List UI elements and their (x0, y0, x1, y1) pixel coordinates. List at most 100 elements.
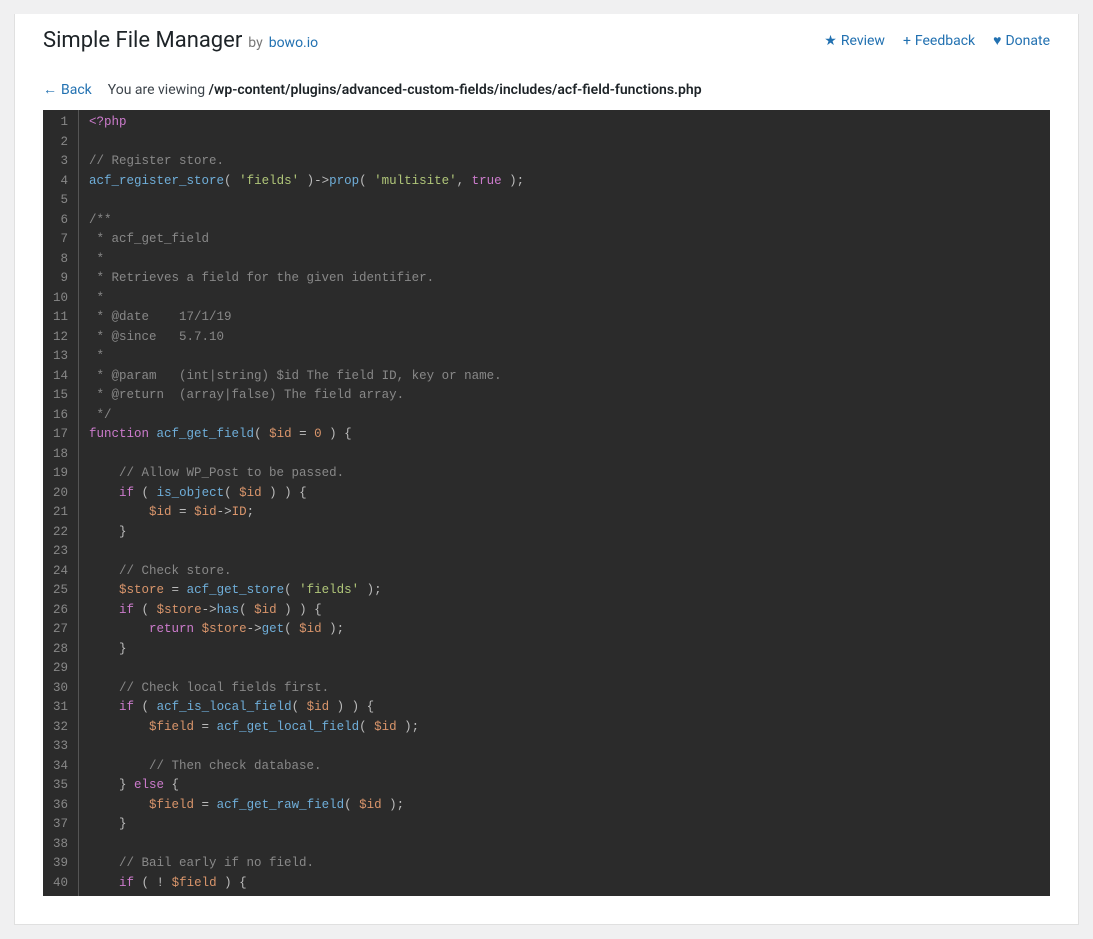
line-number: 9 (51, 269, 70, 289)
line-number: 23 (51, 542, 70, 562)
line-number: 5 (51, 191, 70, 211)
page-container: Simple File Manager by bowo.io ★ Review … (14, 14, 1079, 925)
author-link[interactable]: bowo.io (269, 35, 318, 51)
line-number: 33 (51, 737, 70, 757)
code-line: } (89, 523, 1040, 543)
code-line: * Retrieves a field for the given identi… (89, 269, 1040, 289)
line-number: 29 (51, 659, 70, 679)
donate-label: Donate (1005, 33, 1050, 49)
line-number: 6 (51, 211, 70, 231)
line-number: 20 (51, 484, 70, 504)
star-icon: ★ (824, 33, 837, 49)
code-line: if ( $store->has( $id ) ) { (89, 601, 1040, 621)
code-line: */ (89, 406, 1040, 426)
code-line: // Check store. (89, 562, 1040, 582)
code-line (89, 737, 1040, 757)
code-line: // Then check database. (89, 757, 1040, 777)
code-line: /** (89, 211, 1040, 231)
line-number: 21 (51, 503, 70, 523)
header-left: Simple File Manager by bowo.io (43, 28, 318, 53)
line-number: 24 (51, 562, 70, 582)
line-number: 8 (51, 250, 70, 270)
line-number: 4 (51, 172, 70, 192)
code-viewer[interactable]: 1234567891011121314151617181920212223242… (43, 110, 1050, 896)
code-line (89, 835, 1040, 855)
code-line: $field = acf_get_raw_field( $id ); (89, 796, 1040, 816)
line-number: 12 (51, 328, 70, 348)
code-line: if ( acf_is_local_field( $id ) ) { (89, 698, 1040, 718)
code-line: function acf_get_field( $id = 0 ) { (89, 425, 1040, 445)
code-line: * (89, 347, 1040, 367)
line-number: 34 (51, 757, 70, 777)
line-number: 27 (51, 620, 70, 640)
feedback-link[interactable]: + Feedback (903, 33, 975, 49)
line-number: 3 (51, 152, 70, 172)
line-number: 7 (51, 230, 70, 250)
line-number: 17 (51, 425, 70, 445)
plus-icon: + (903, 33, 911, 49)
line-number: 36 (51, 796, 70, 816)
line-number: 2 (51, 133, 70, 153)
code-line: $id = $id->ID; (89, 503, 1040, 523)
code-line: * (89, 289, 1040, 309)
code-line: if ( is_object( $id ) ) { (89, 484, 1040, 504)
code-line (89, 659, 1040, 679)
code-line: $store = acf_get_store( 'fields' ); (89, 581, 1040, 601)
viewing-text: You are viewing /wp-content/plugins/adva… (108, 82, 702, 98)
line-number: 15 (51, 386, 70, 406)
line-number: 39 (51, 854, 70, 874)
code-line: acf_register_store( 'fields' )->prop( 'm… (89, 172, 1040, 192)
line-number: 19 (51, 464, 70, 484)
line-number: 37 (51, 815, 70, 835)
code-line: * (89, 250, 1040, 270)
line-number: 28 (51, 640, 70, 660)
feedback-label: Feedback (915, 33, 975, 49)
code-line (89, 191, 1040, 211)
line-number: 1 (51, 113, 70, 133)
line-number: 26 (51, 601, 70, 621)
code-line: } (89, 815, 1040, 835)
code-line (89, 542, 1040, 562)
code-line: * @return (array|false) The field array. (89, 386, 1040, 406)
line-number: 14 (51, 367, 70, 387)
viewing-label: You are viewing (108, 82, 205, 98)
line-number: 25 (51, 581, 70, 601)
review-link[interactable]: ★ Review (824, 33, 885, 49)
code-line: <?php (89, 113, 1040, 133)
code-line: return $store->get( $id ); (89, 620, 1040, 640)
review-label: Review (841, 33, 885, 49)
code-line (89, 133, 1040, 153)
line-number-gutter: 1234567891011121314151617181920212223242… (43, 110, 79, 896)
line-number: 38 (51, 835, 70, 855)
back-button[interactable]: ← Back (43, 81, 92, 98)
line-number: 35 (51, 776, 70, 796)
code-line: * @param (int|string) $id The field ID, … (89, 367, 1040, 387)
plugin-title: Simple File Manager (43, 28, 242, 53)
line-number: 16 (51, 406, 70, 426)
code-line: } else { (89, 776, 1040, 796)
code-line (89, 445, 1040, 465)
by-label: by (248, 35, 262, 51)
line-number: 40 (51, 874, 70, 894)
code-line: * @since 5.7.10 (89, 328, 1040, 348)
arrow-left-icon: ← (43, 81, 57, 98)
line-number: 22 (51, 523, 70, 543)
back-label: Back (61, 82, 92, 98)
line-number: 10 (51, 289, 70, 309)
line-number: 31 (51, 698, 70, 718)
donate-link[interactable]: ♥ Donate (993, 32, 1050, 49)
line-number: 32 (51, 718, 70, 738)
code-line: } (89, 640, 1040, 660)
code-line: // Allow WP_Post to be passed. (89, 464, 1040, 484)
line-number: 11 (51, 308, 70, 328)
line-number: 13 (51, 347, 70, 367)
page-header: Simple File Manager by bowo.io ★ Review … (15, 14, 1078, 71)
code-line: $field = acf_get_local_field( $id ); (89, 718, 1040, 738)
code-line: * @date 17/1/19 (89, 308, 1040, 328)
line-number: 18 (51, 445, 70, 465)
code-line: * acf_get_field (89, 230, 1040, 250)
code-line: if ( ! $field ) { (89, 874, 1040, 894)
code-line: // Register store. (89, 152, 1040, 172)
line-number: 30 (51, 679, 70, 699)
nav-bar: ← Back You are viewing /wp-content/plugi… (15, 71, 1078, 110)
